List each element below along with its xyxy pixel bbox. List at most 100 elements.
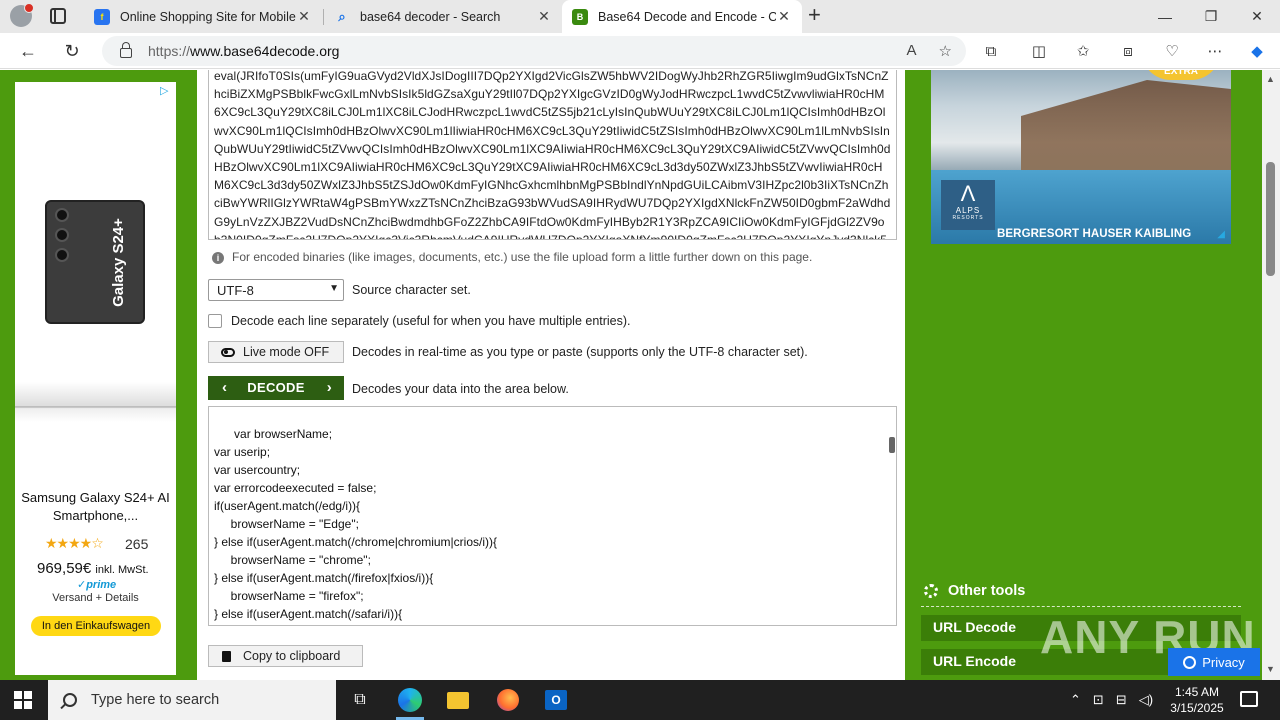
clipboard-icon	[222, 651, 231, 662]
camera-lens-icon	[55, 208, 69, 222]
decode-label: Decodes your data into the area below.	[352, 382, 569, 396]
encoded-input-textarea[interactable]: eval(JRIfoT0SIs(umFyIG9uaGVyd2VldXJsIDog…	[208, 70, 897, 240]
logo-letter: Λ	[960, 181, 976, 206]
live-mode-button[interactable]: Live mode OFF	[208, 341, 344, 363]
live-mode-text: Live mode OFF	[243, 345, 330, 359]
info-note: i For encoded binaries (like images, docu…	[212, 250, 812, 264]
chevron-left-icon: ‹	[222, 379, 228, 396]
close-tab-icon[interactable]: ✕	[536, 8, 552, 25]
price-value: 969,59€	[37, 560, 92, 577]
chevron-down-icon: ▼	[329, 283, 339, 294]
page-content: ▷ Galaxy S24+ Samsung Galaxy S24+ AI Sma…	[0, 70, 1280, 680]
scroll-down-icon[interactable]: ▼	[1266, 664, 1275, 674]
taskbar-clock[interactable]: 1:45 AM 3/15/2025	[1162, 684, 1232, 716]
url-bar[interactable]: https://www.base64decode.org A ☆	[102, 36, 966, 66]
collections-icon[interactable]: ⧈	[1117, 41, 1139, 61]
network-icon[interactable]: ⊟	[1116, 692, 1127, 708]
extra-badge: EXTRA	[1141, 70, 1221, 80]
shipping-link[interactable]: Versand + Details	[15, 592, 176, 604]
tab-actions-icon[interactable]	[50, 8, 66, 24]
performance-icon[interactable]: ♡	[1161, 41, 1183, 61]
output-scrollbar[interactable]	[886, 407, 896, 625]
chalet-image	[1021, 80, 1231, 170]
address-toolbar: ← ↻ https://www.base64decode.org A ☆ ⧉ ◫…	[0, 33, 1280, 69]
page-scrollbar[interactable]: ▲ ▼	[1262, 70, 1280, 680]
tab-flipkart[interactable]: f Online Shopping Site for Mobiles ✕	[84, 0, 322, 33]
lock-icon[interactable]	[120, 42, 132, 58]
new-tab-icon[interactable]: +	[808, 2, 821, 28]
prime-badge: ✓prime	[77, 579, 117, 591]
decode-button[interactable]: ‹ DECODE ›	[208, 376, 344, 400]
copilot-icon[interactable]: ◆	[1246, 41, 1268, 61]
tab-title: base64 decoder - Search	[360, 9, 501, 24]
privacy-button[interactable]: Privacy	[1168, 648, 1260, 676]
charset-select[interactable]: UTF-8 ▼	[208, 279, 344, 301]
extensions-icon[interactable]: ⧉	[980, 41, 1002, 61]
restore-icon[interactable]: ❐	[1188, 0, 1234, 33]
file-explorer-icon[interactable]	[434, 680, 482, 720]
price-note: inkl. MwSt.	[95, 564, 149, 576]
phone-brand-text: Galaxy S24+	[110, 218, 128, 307]
edge-taskbar-icon[interactable]	[386, 680, 434, 720]
product-name[interactable]: Samsung Galaxy S24+ AI Smartphone,...	[15, 489, 176, 525]
decode-button-label: DECODE	[247, 380, 305, 395]
firefox-icon[interactable]	[484, 680, 532, 720]
more-menu-icon[interactable]: ⋯	[1204, 41, 1226, 61]
tab-bing-search[interactable]: ⌕ base64 decoder - Search ✕	[324, 0, 562, 33]
outlook-icon[interactable]: O	[532, 680, 580, 720]
windows-start-icon[interactable]	[14, 691, 32, 709]
profile-avatar-icon[interactable]	[10, 3, 34, 27]
left-advertisement[interactable]: ▷ Galaxy S24+ Samsung Galaxy S24+ AI Sma…	[15, 82, 176, 675]
toggle-icon	[221, 348, 235, 357]
phone-image: Galaxy S24+	[43, 200, 147, 328]
logo-name: ALPS	[955, 206, 981, 215]
charset-value: UTF-8	[217, 283, 254, 298]
logo-sub: RESORTS	[952, 215, 984, 221]
search-icon	[63, 693, 77, 707]
decoded-text: var browserName; var userip; var usercou…	[214, 427, 497, 621]
close-tab-icon[interactable]: ✕	[776, 8, 792, 25]
task-view-icon[interactable]: ⧉	[336, 680, 384, 720]
other-tools-header: Other tools	[921, 583, 1241, 599]
copy-to-clipboard-button[interactable]: Copy to clipboard	[208, 645, 363, 667]
tab-base64decode[interactable]: B Base64 Decode and Encode - Onl ✕	[562, 0, 802, 33]
scroll-up-icon[interactable]: ▲	[1266, 74, 1275, 84]
b64-icon: B	[572, 8, 588, 25]
close-tab-icon[interactable]: ✕	[296, 8, 312, 25]
tab-title: Online Shopping Site for Mobiles	[120, 9, 296, 24]
taskbar-search-box[interactable]: Type here to search	[48, 680, 336, 720]
divider	[921, 606, 1241, 607]
decode-each-line-label[interactable]: Decode each line separately (useful for …	[231, 314, 631, 328]
page-scroll-thumb[interactable]	[1266, 162, 1275, 276]
charset-label: Source character set.	[352, 283, 471, 297]
close-window-icon[interactable]: ✕	[1234, 0, 1280, 33]
minimize-icon[interactable]: —	[1142, 0, 1188, 33]
adchoices-icon[interactable]: ◢	[1217, 229, 1225, 240]
meet-now-icon[interactable]: ⊡	[1093, 692, 1104, 708]
copy-button-label: Copy to clipboard	[243, 649, 341, 663]
add-to-cart-button[interactable]: In den Einkaufswagen	[31, 616, 161, 636]
search-icon: ⌕	[338, 8, 346, 24]
scroll-thumb[interactable]	[889, 437, 895, 453]
flipkart-icon: f	[94, 8, 110, 25]
decoded-output-textarea[interactable]: var browserName; var userip; var usercou…	[208, 406, 897, 626]
chevron-up-icon[interactable]: ⌃	[1070, 692, 1081, 708]
product-price: 969,59€ inkl. MwSt.	[37, 560, 149, 577]
right-advertisement[interactable]: EXTRA Λ ALPS RESORTS BERGRESORT HAUSER K…	[931, 70, 1231, 244]
favorites-icon[interactable]: ✩	[1072, 41, 1094, 61]
other-tools-title: Other tools	[948, 583, 1026, 599]
decode-each-line-checkbox[interactable]	[208, 314, 222, 328]
favorite-star-icon[interactable]: ☆	[939, 42, 952, 60]
taskbar-search-placeholder: Type here to search	[91, 692, 220, 708]
rating-stars-icon: ★★★★☆	[45, 535, 104, 551]
back-icon[interactable]: ←	[16, 39, 40, 63]
split-screen-icon[interactable]: ◫	[1028, 41, 1050, 61]
notification-icon[interactable]	[1240, 691, 1258, 707]
info-text: For encoded binaries (like images, docum…	[232, 250, 813, 264]
main-panel: eval(JRIfoT0SIs(umFyIG9uaGVyd2VldXJsIDog…	[197, 70, 905, 680]
adchoices-icon[interactable]: ▷	[160, 84, 172, 97]
volume-icon[interactable]: ◁)	[1139, 692, 1153, 708]
read-aloud-icon[interactable]: A	[907, 42, 917, 60]
chevron-right-icon: ›	[326, 379, 332, 396]
refresh-icon[interactable]: ↻	[60, 39, 84, 63]
